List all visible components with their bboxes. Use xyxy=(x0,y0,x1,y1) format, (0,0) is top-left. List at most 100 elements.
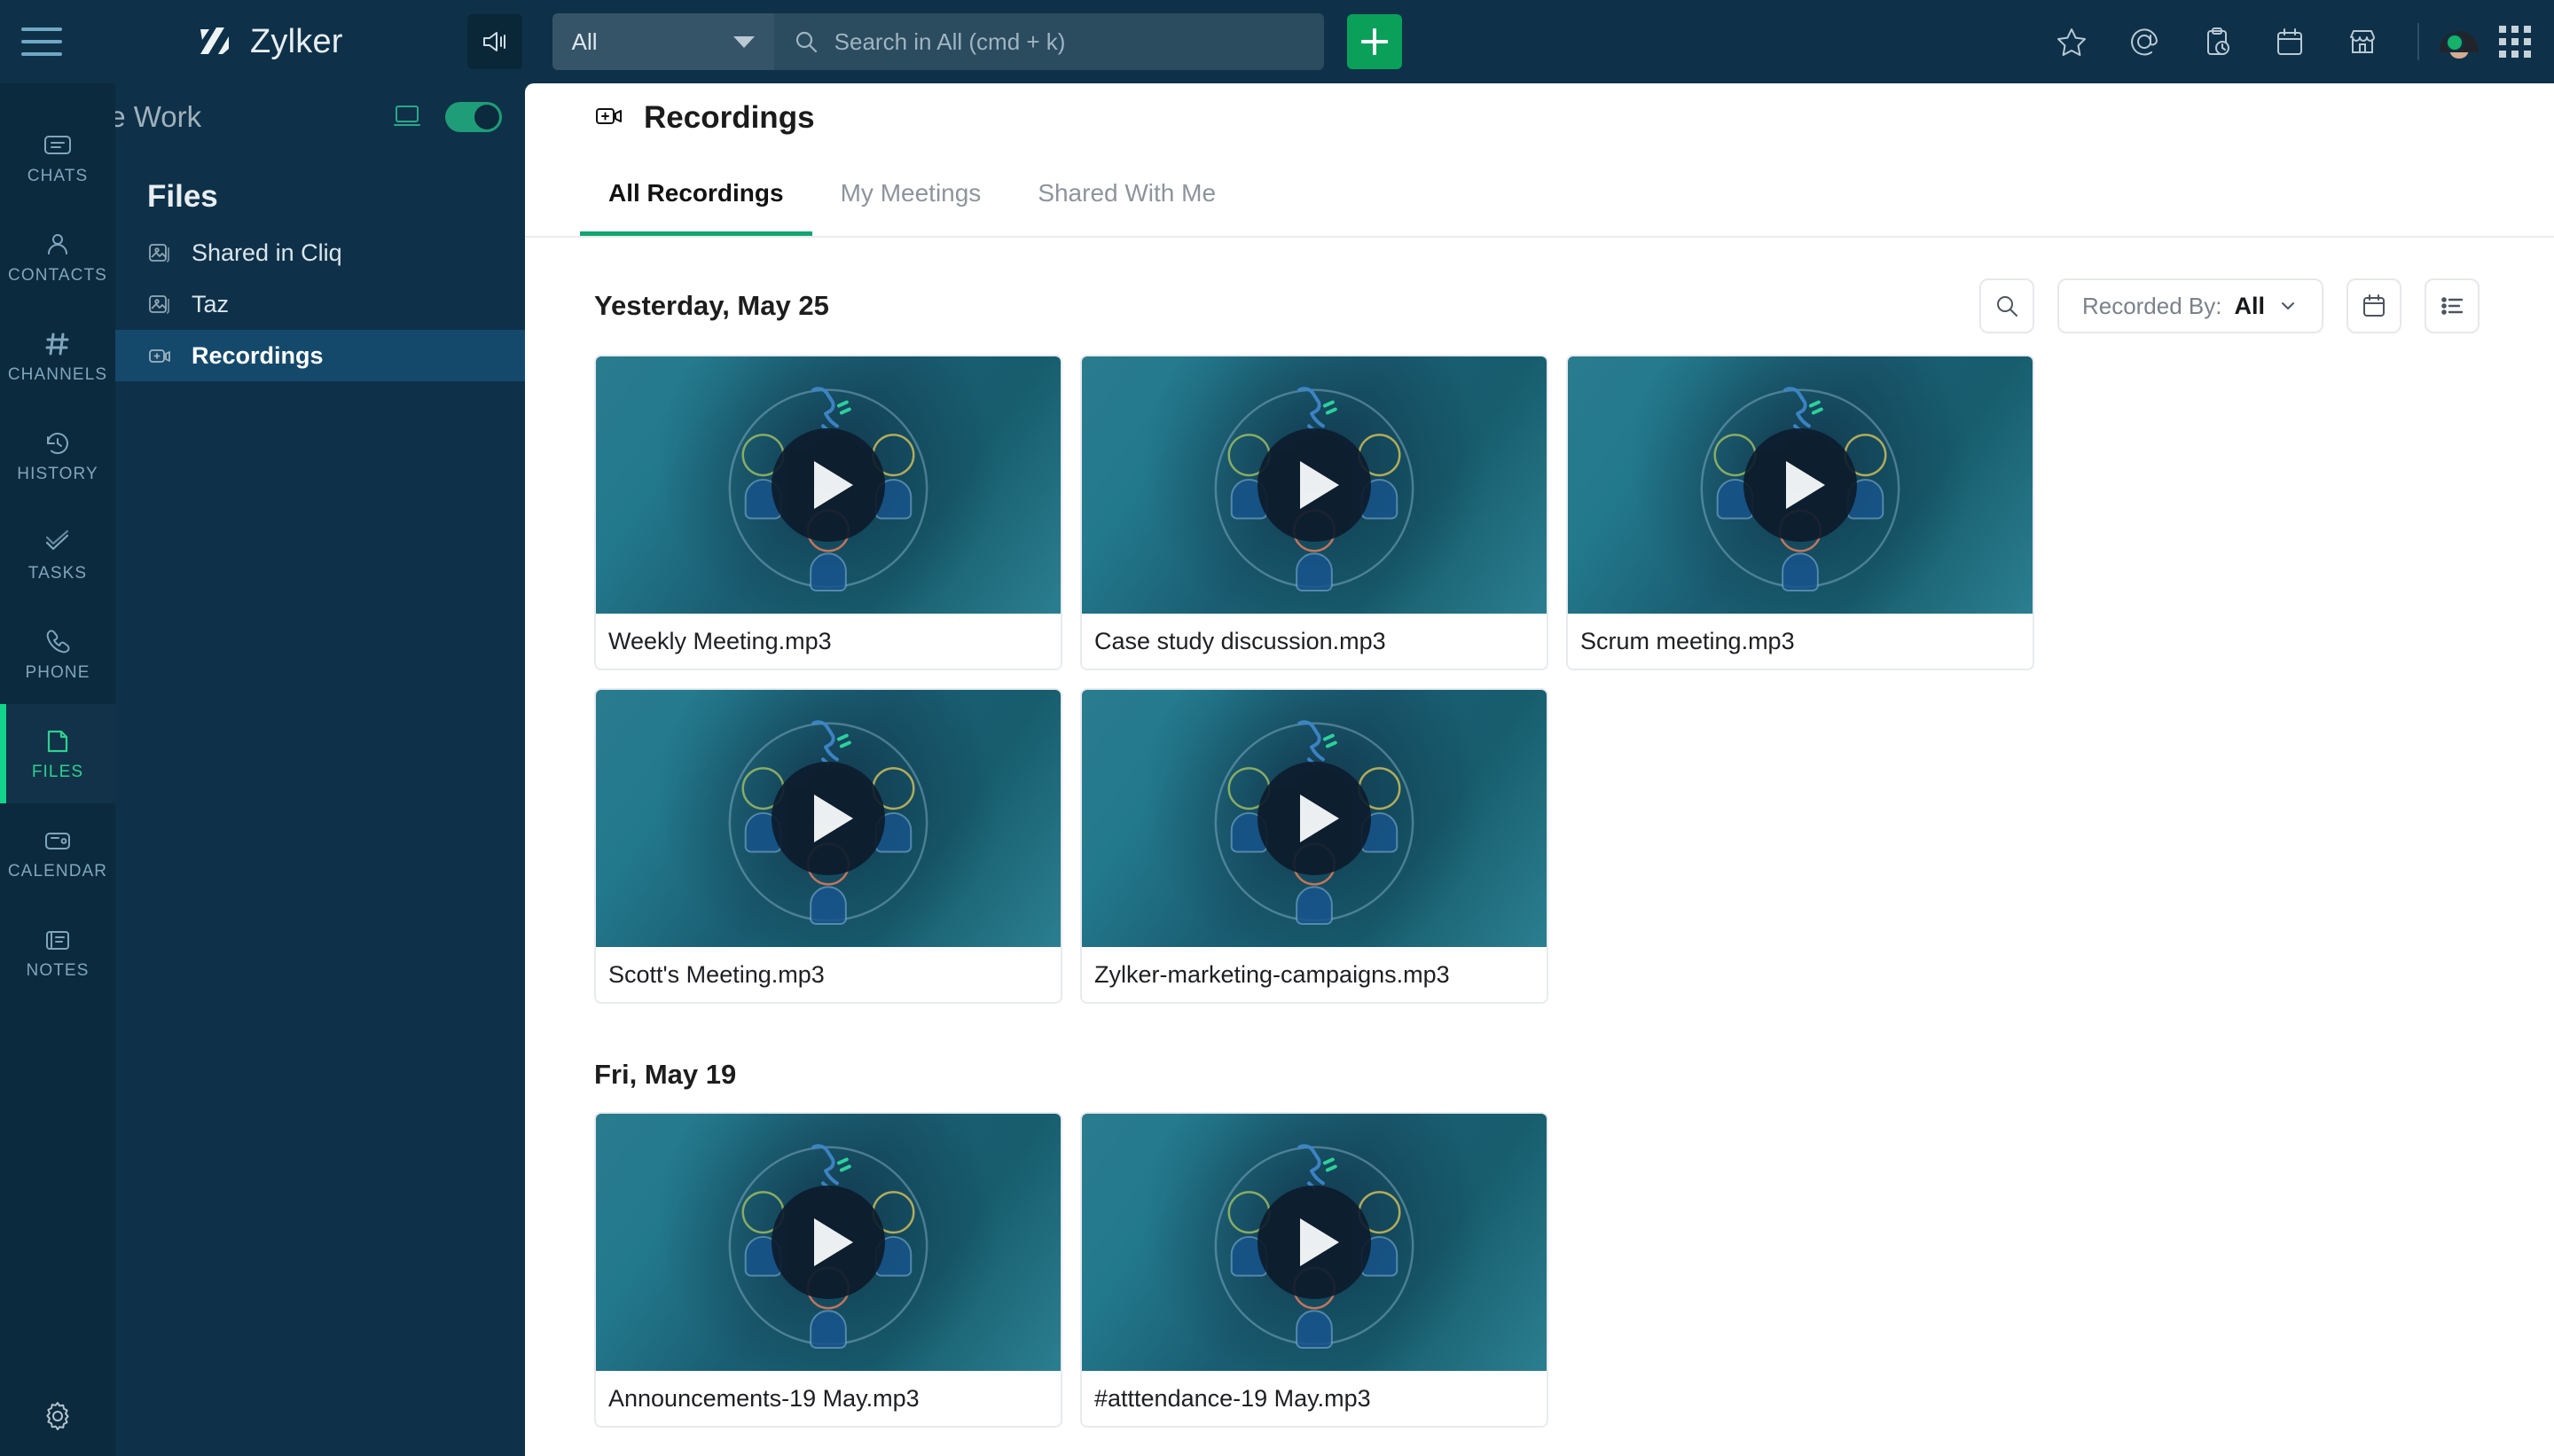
section-date: Yesterday, May 25 xyxy=(594,290,829,321)
brand: Zylker xyxy=(195,22,343,61)
files-item-taz[interactable]: Taz xyxy=(115,278,525,330)
date-filter-button[interactable] xyxy=(2346,278,2401,333)
files-item-label: Shared in Cliq xyxy=(192,239,342,266)
chevron-down-icon xyxy=(733,35,755,48)
search-input[interactable]: Search in All (cmd + k) xyxy=(773,13,1324,70)
search-scope-select[interactable]: All xyxy=(552,13,774,70)
history-clock-icon xyxy=(47,433,68,454)
recording-card[interactable]: Case study discussion.mp3 xyxy=(1080,355,1548,670)
remote-work-toggle[interactable] xyxy=(445,102,502,132)
global-search: All Search in All (cmd + k) xyxy=(552,13,1324,70)
recording-thumbnail[interactable] xyxy=(596,356,1061,614)
recording-card[interactable]: Scrum meeting.mp3 xyxy=(1566,355,2034,670)
recording-thumbnail[interactable] xyxy=(596,690,1061,947)
tab-shared-with-me[interactable]: Shared With Me xyxy=(1009,151,1244,236)
files-item-label: Recordings xyxy=(192,341,324,369)
contacts-icon xyxy=(48,234,67,254)
recordings-panel: Recordings All Recordings My Meetings Sh… xyxy=(525,83,2554,1456)
rail-label: CALENDAR xyxy=(7,862,108,881)
play-icon[interactable] xyxy=(1743,428,1857,542)
list-view-button[interactable] xyxy=(2425,278,2480,333)
recording-thumbnail[interactable] xyxy=(1568,356,2033,614)
clipboard-clock-icon[interactable] xyxy=(2199,24,2235,59)
rail-item-channels[interactable]: CHANNELS xyxy=(0,307,115,406)
chat-icon xyxy=(44,136,71,154)
recording-name: Weekly Meeting.mp3 xyxy=(596,614,1061,669)
apps-grid-icon[interactable] xyxy=(2499,26,2531,58)
search-icon xyxy=(1996,296,2017,317)
recording-card[interactable]: Announcements-19 May.mp3 xyxy=(594,1112,1062,1428)
star-icon[interactable] xyxy=(2054,24,2089,59)
rail-item-calendar[interactable]: CALENDAR xyxy=(0,803,115,903)
cliq-app-window: Zylker All Search in All (cmd + k) Work … xyxy=(0,0,2554,1456)
tab-label: Shared With Me xyxy=(1038,179,1217,207)
recording-name: #atttendance-19 May.mp3 xyxy=(1082,1371,1547,1426)
play-icon[interactable] xyxy=(772,762,885,875)
recording-name: Announcements-19 May.mp3 xyxy=(596,1371,1061,1426)
tab-all-recordings[interactable]: All Recordings xyxy=(580,151,812,236)
play-icon[interactable] xyxy=(1257,428,1371,542)
rail-item-files[interactable]: FILES xyxy=(0,704,115,803)
rail-item-chats[interactable]: CHATS xyxy=(0,108,115,207)
files-item-label: Taz xyxy=(192,290,230,317)
recording-name: Scrum meeting.mp3 xyxy=(1568,614,2033,669)
recordings-content: Yesterday, May 25 Recorded By: All Weekl… xyxy=(525,238,2554,1456)
speaker-announce-icon[interactable] xyxy=(466,14,522,69)
recording-icon xyxy=(149,349,170,363)
files-item-shared-in-cliq[interactable]: Shared in Cliq xyxy=(115,227,525,278)
recording-card[interactable]: #atttendance-19 May.mp3 xyxy=(1080,1112,1548,1428)
calendar-icon xyxy=(2363,294,2385,317)
menu-icon[interactable] xyxy=(21,27,62,56)
recording-icon xyxy=(594,101,624,136)
play-icon[interactable] xyxy=(1257,1186,1371,1299)
top-bar-actions xyxy=(2054,0,2531,83)
list-view-icon xyxy=(2441,297,2464,315)
zylker-logo-icon xyxy=(195,22,234,61)
store-icon[interactable] xyxy=(2345,24,2380,59)
rail-label: TASKS xyxy=(27,564,88,583)
gear-icon[interactable] xyxy=(0,1399,115,1433)
files-panel: Files Shared in Cliq Taz Recordings xyxy=(115,151,525,1456)
rail-label: CHANNELS xyxy=(7,365,108,384)
recording-thumbnail[interactable] xyxy=(596,1114,1061,1371)
recording-thumbnail[interactable] xyxy=(1082,690,1547,947)
search-placeholder-text: Search in All (cmd + k) xyxy=(834,27,1066,55)
tasks-check-icon xyxy=(45,529,69,551)
image-file-icon xyxy=(149,295,169,314)
recording-thumbnail[interactable] xyxy=(1082,1114,1547,1371)
recording-card[interactable]: Scott's Meeting.mp3 xyxy=(594,688,1062,1004)
section-date: Wed, May 17 xyxy=(525,1428,2554,1456)
rail-item-history[interactable]: HISTORY xyxy=(0,406,115,505)
recorded-by-label: Recorded By: xyxy=(2081,292,2222,319)
rail-item-phone[interactable]: PHONE xyxy=(0,605,115,704)
recording-thumbnail[interactable] xyxy=(1082,356,1547,614)
play-icon[interactable] xyxy=(772,1186,885,1299)
recordings-header: Recordings xyxy=(525,83,2554,153)
search-icon xyxy=(795,31,817,53)
section-header-yesterday: Yesterday, May 25 Recorded By: All xyxy=(525,238,2554,333)
play-icon[interactable] xyxy=(1257,762,1371,875)
divider xyxy=(2417,23,2419,60)
recording-name: Case study discussion.mp3 xyxy=(1082,614,1547,669)
desktop-icon[interactable] xyxy=(392,100,422,135)
brand-name: Zylker xyxy=(250,22,343,60)
rail-label: FILES xyxy=(31,763,84,781)
rail-item-notes[interactable]: NOTES xyxy=(0,903,115,1002)
rail-label: CONTACTS xyxy=(8,266,107,285)
search-recordings-button[interactable] xyxy=(1978,278,2034,333)
recording-card[interactable]: Zylker-marketing-campaigns.mp3 xyxy=(1080,688,1548,1004)
files-item-recordings[interactable]: Recordings xyxy=(115,330,525,381)
recorded-by-filter[interactable]: Recorded By: All xyxy=(2057,278,2323,333)
avatar[interactable] xyxy=(2440,31,2479,59)
play-icon[interactable] xyxy=(772,428,885,542)
create-new-button[interactable] xyxy=(1346,14,1402,69)
tab-my-meetings[interactable]: My Meetings xyxy=(812,151,1010,236)
search-scope-value: All xyxy=(571,27,598,55)
rail-item-contacts[interactable]: CONTACTS xyxy=(0,207,115,307)
rail-item-tasks[interactable]: TASKS xyxy=(0,505,115,605)
recordings-toolbar: Recorded By: All xyxy=(1978,278,2480,333)
rail-label: PHONE xyxy=(25,663,90,682)
at-mention-icon[interactable] xyxy=(2127,24,2162,59)
recording-card[interactable]: Weekly Meeting.mp3 xyxy=(594,355,1062,670)
calendar-icon[interactable] xyxy=(2272,24,2307,59)
